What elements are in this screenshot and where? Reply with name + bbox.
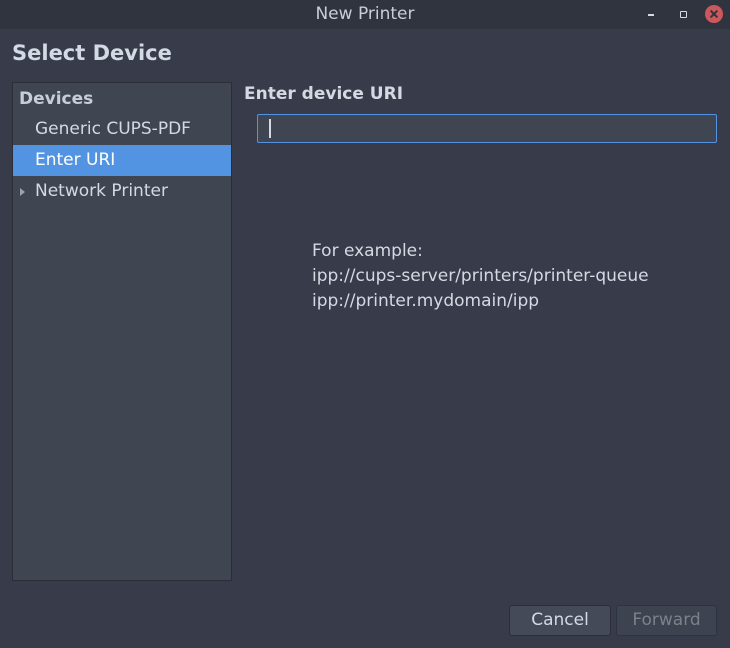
device-uri-input[interactable]	[257, 114, 717, 143]
cancel-button[interactable]: Cancel	[509, 605, 611, 636]
page-heading: Select Device	[12, 41, 172, 65]
device-item-enter-uri[interactable]: Enter URI	[13, 145, 231, 176]
device-item-label: Enter URI	[35, 150, 116, 170]
minimize-icon[interactable]	[642, 5, 660, 23]
device-item-label: Network Printer	[35, 181, 168, 201]
example-uri: ipp://cups-server/printers/printer-queue	[312, 266, 649, 286]
forward-button[interactable]: Forward	[616, 605, 717, 636]
text-cursor	[269, 119, 271, 138]
maximize-icon[interactable]	[674, 5, 692, 23]
expand-arrow-icon[interactable]	[20, 188, 25, 196]
device-list-header: Devices	[19, 89, 94, 109]
device-item-generic-cups-pdf[interactable]: Generic CUPS-PDF	[13, 114, 231, 145]
example-heading: For example:	[312, 241, 423, 261]
device-item-label: Generic CUPS-PDF	[35, 119, 191, 139]
new-printer-window: New Printer Select Device Devices Generi…	[0, 0, 730, 648]
device-item-network-printer[interactable]: Network Printer	[13, 176, 231, 207]
device-list: Devices Generic CUPS-PDF Enter URI Netwo…	[12, 82, 232, 581]
example-uri: ipp://printer.mydomain/ipp	[312, 291, 540, 311]
title-bar[interactable]: New Printer	[0, 0, 730, 29]
window-title: New Printer	[315, 4, 415, 24]
uri-label: Enter device URI	[244, 84, 404, 104]
uri-example: For example: ipp://cups-server/printers/…	[312, 239, 649, 314]
close-icon[interactable]	[705, 5, 723, 23]
